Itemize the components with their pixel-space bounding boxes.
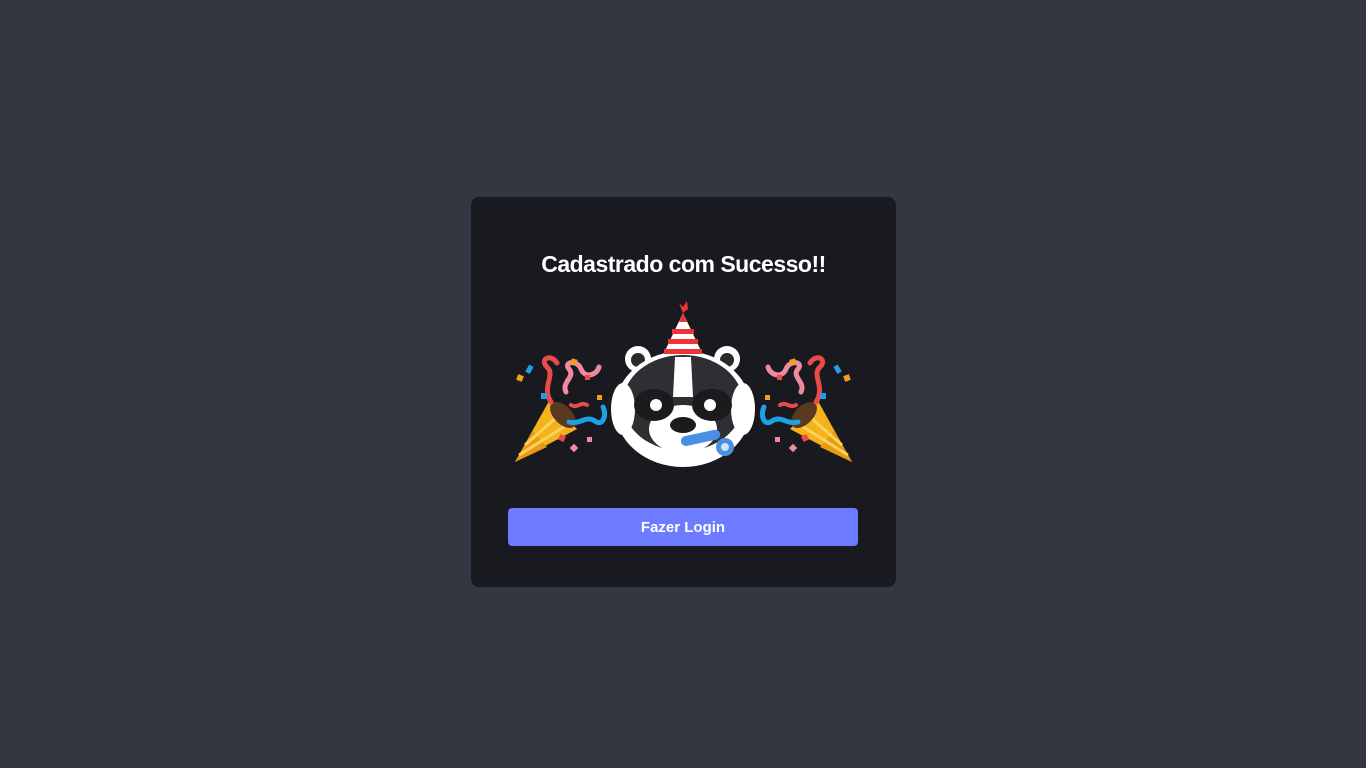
- login-button[interactable]: Fazer Login: [508, 508, 858, 546]
- raccoon-party-icon: [611, 301, 755, 467]
- party-popper-icon: [759, 355, 852, 462]
- success-card: Cadastrado com Sucesso!! Fazer Login: [471, 197, 896, 587]
- success-title: Cadastrado com Sucesso!!: [541, 251, 826, 277]
- celebration-illustration: [515, 301, 852, 467]
- party-popper-icon: [515, 355, 608, 462]
